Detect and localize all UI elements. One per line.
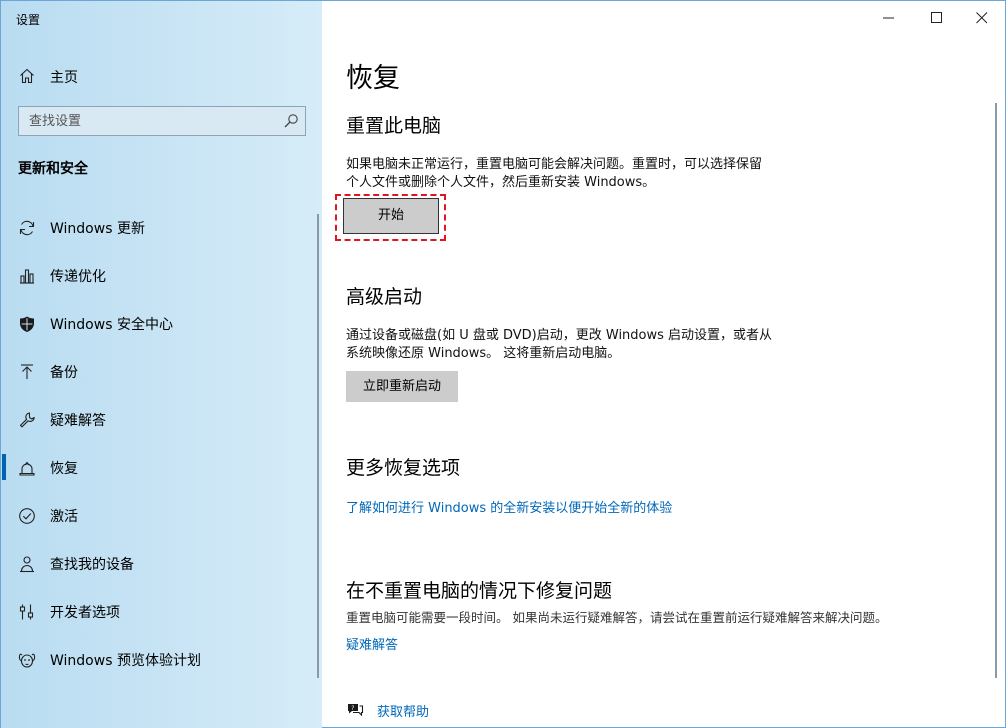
search-box[interactable]	[18, 106, 306, 136]
sidebar-item-label: 激活	[50, 509, 78, 525]
fix-problems-heading: 在不重置电脑的情况下修复问题	[346, 580, 613, 602]
svg-text:?: ?	[351, 705, 354, 712]
sidebar-item-home[interactable]: 主页	[1, 61, 322, 91]
page-title: 恢复	[346, 63, 400, 94]
sidebar-item-backup[interactable]: 备份	[1, 351, 322, 391]
advanced-desc-line2: 系统映像还原 Windows。 这将重新启动电脑。	[346, 346, 621, 361]
main-content: 恢复 重置此电脑 如果电脑未正常运行，重置电脑可能会解决问题。重置时，可以选择保…	[322, 1, 1006, 728]
sidebar-item-label: 开发者选项	[50, 605, 120, 621]
sidebar-scrollbar[interactable]	[317, 214, 319, 678]
window-title: 设置	[16, 13, 41, 27]
sidebar-item-activation[interactable]: 激活	[1, 495, 322, 535]
sidebar-item-windows-insider[interactable]: Windows 预览体验计划	[1, 639, 322, 679]
sidebar-item-windows-security[interactable]: Windows 安全中心	[1, 303, 322, 343]
restart-now-button[interactable]: 立即重新启动	[346, 371, 458, 402]
sidebar-item-label: Windows 更新	[50, 221, 145, 237]
sidebar-item-recovery[interactable]: 恢复	[1, 447, 322, 487]
advanced-startup-heading: 高级启动	[346, 286, 423, 308]
sidebar-item-delivery-optimization[interactable]: 传递优化	[1, 255, 322, 295]
sidebar-item-label: Windows 安全中心	[50, 317, 173, 333]
troubleshoot-link[interactable]: 疑难解答	[346, 634, 398, 653]
search-input[interactable]	[19, 107, 274, 135]
reset-desc-line2: 个人文件或删除个人文件，然后重新安装 Windows。	[346, 175, 656, 190]
settings-window: 设置 主页 更新和安全 Windows 更新	[0, 0, 1006, 728]
sidebar-item-label: 查找我的设备	[50, 557, 134, 573]
backup-arrow-icon	[21, 364, 33, 379]
more-options-heading: 更多恢复选项	[346, 457, 461, 479]
sync-icon	[19, 220, 35, 236]
search-icon[interactable]	[283, 113, 299, 129]
reset-heading: 重置此电脑	[346, 115, 442, 137]
sidebar-item-label: Windows 预览体验计划	[50, 653, 201, 669]
sidebar-item-windows-update[interactable]: Windows 更新	[1, 207, 322, 247]
sidebar-item-developer-options[interactable]: 开发者选项	[1, 591, 322, 631]
check-circle-icon	[19, 508, 35, 524]
section-title: 更新和安全	[18, 161, 88, 177]
sidebar-item-label: 传递优化	[50, 269, 106, 285]
insider-icon	[18, 653, 36, 668]
sidebar-item-find-my-device[interactable]: 查找我的设备	[1, 543, 322, 583]
reset-description: 如果电脑未正常运行，重置电脑可能会解决问题。重置时，可以选择保留 个人文件或删除…	[346, 156, 762, 192]
get-help-label: 获取帮助	[377, 705, 430, 720]
sidebar-item-troubleshoot[interactable]: 疑难解答	[1, 399, 322, 439]
home-icon	[20, 68, 34, 84]
sidebar-item-label: 恢复	[50, 461, 78, 477]
sidebar-item-label: 备份	[50, 365, 78, 381]
recovery-icon	[19, 461, 35, 476]
clean-install-link[interactable]: 了解如何进行 Windows 的全新安装以便开始全新的体验	[346, 497, 672, 516]
person-location-icon	[20, 556, 34, 573]
developer-icon	[19, 604, 34, 620]
advanced-startup-description: 通过设备或磁盘(如 U 盘或 DVD)启动，更改 Windows 启动设置，或者…	[346, 327, 772, 363]
content-scrollbar[interactable]	[995, 103, 997, 678]
selected-indicator	[2, 454, 6, 480]
wrench-icon	[19, 412, 35, 428]
chat-help-icon: ?	[348, 704, 364, 717]
advanced-desc-line1: 通过设备或磁盘(如 U 盘或 DVD)启动，更改 Windows 启动设置，或者…	[346, 328, 773, 343]
sidebar-item-label: 疑难解答	[50, 413, 106, 429]
reset-desc-line1: 如果电脑未正常运行，重置电脑可能会解决问题。重置时，可以选择保留	[346, 157, 763, 172]
reset-start-button[interactable]: 开始	[343, 198, 439, 234]
sidebar: 设置 主页 更新和安全 Windows 更新	[1, 1, 322, 728]
fix-problems-description: 重置电脑可能需要一段时间。 如果尚未运行疑难解答，请尝试在重置前运行疑难解答来解…	[346, 610, 888, 625]
delivery-optimization-icon	[20, 269, 34, 284]
sidebar-item-label: 主页	[50, 70, 78, 86]
shield-icon	[20, 316, 34, 332]
